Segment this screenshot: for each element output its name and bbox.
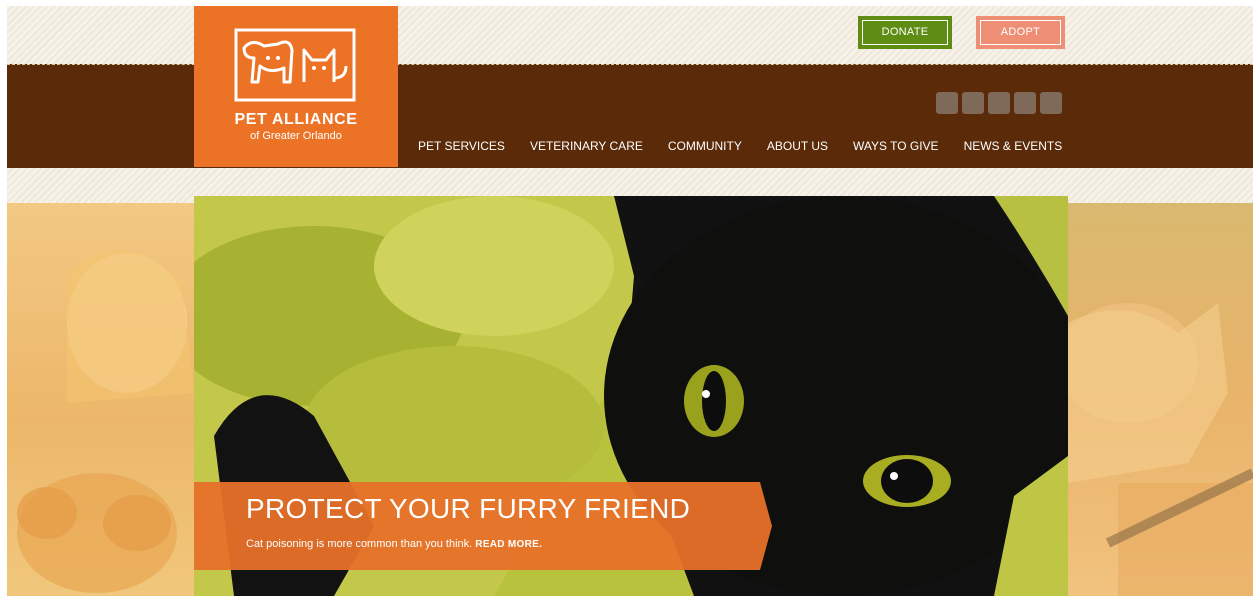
page: DONATE ADOPT PET SERVICES VETERINARY CAR…	[7, 6, 1253, 596]
dog-cat-logo-icon	[234, 28, 356, 102]
hero-title: PROTECT YOUR FURRY FRIEND	[246, 493, 691, 524]
social-icon-1[interactable]	[936, 92, 958, 114]
site-logo[interactable]: PET ALLIANCE of Greater Orlando	[194, 6, 398, 167]
girl-with-kittens-image	[17, 250, 194, 593]
nav-item-veterinary-care[interactable]: VETERINARY CARE	[530, 139, 643, 153]
social-icon-5[interactable]	[1040, 92, 1062, 114]
nav-item-ways-to-give[interactable]: WAYS TO GIVE	[853, 139, 939, 153]
social-icon-4[interactable]	[1014, 92, 1036, 114]
social-links	[936, 92, 1062, 114]
adopt-button[interactable]: ADOPT	[976, 16, 1065, 49]
nav-item-community[interactable]: COMMUNITY	[668, 139, 742, 153]
donate-button[interactable]: DONATE	[858, 16, 952, 49]
nav-item-news-events[interactable]: NEWS & EVENTS	[964, 139, 1063, 153]
main-nav: PET SERVICES VETERINARY CARE COMMUNITY A…	[418, 139, 1087, 153]
nav-item-about-us[interactable]: ABOUT US	[767, 139, 828, 153]
read-more-link[interactable]: READ MORE.	[475, 539, 542, 550]
logo-title: PET ALLIANCE	[234, 111, 358, 128]
hero-side-image-left	[7, 203, 194, 596]
hero-subtitle-text: Cat poisoning is more common than you th…	[246, 538, 473, 550]
social-icon-2[interactable]	[962, 92, 984, 114]
hero-side-image-right	[1058, 203, 1253, 596]
dog-image	[1058, 303, 1253, 596]
social-icon-3[interactable]	[988, 92, 1010, 114]
hero-subtitle: Cat poisoning is more common than you th…	[246, 538, 542, 550]
logo-subtitle: of Greater Orlando	[250, 130, 342, 142]
nav-item-pet-services[interactable]: PET SERVICES	[418, 139, 505, 153]
